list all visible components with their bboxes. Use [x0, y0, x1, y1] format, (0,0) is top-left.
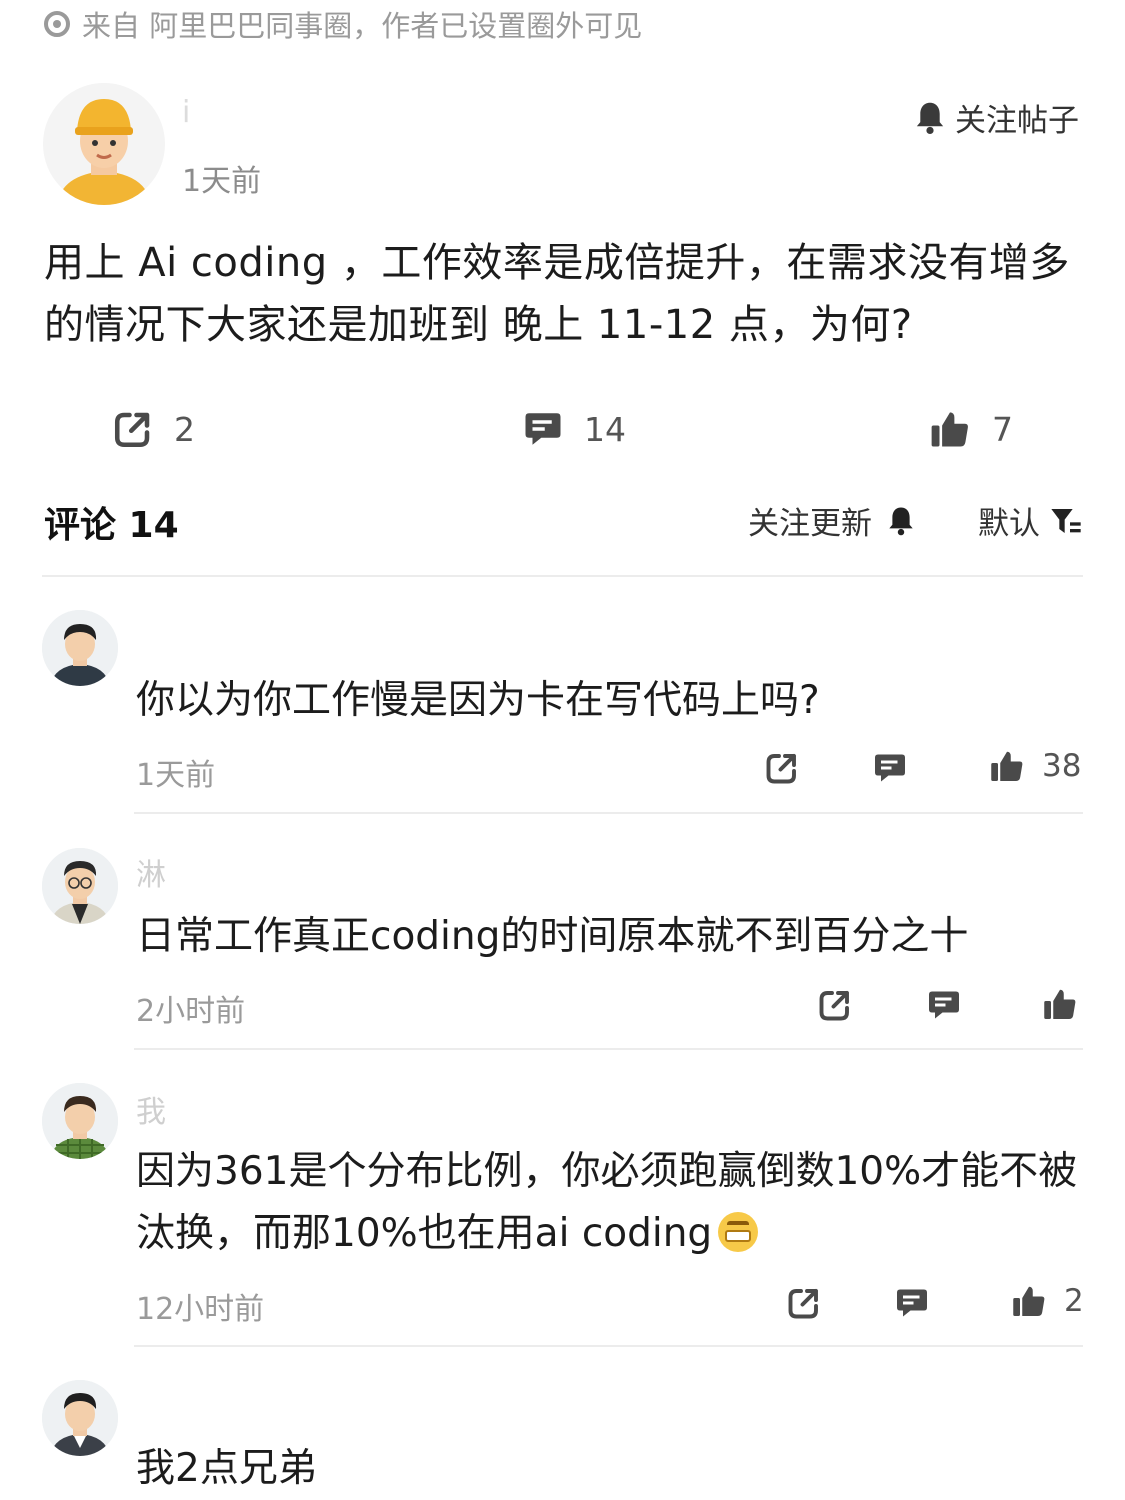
- comment-time: 2小时前: [136, 994, 246, 1029]
- thumbs-up-icon: [931, 412, 968, 447]
- source-line: 来自 阿里巴巴同事圈，作者已设置圈外可见: [44, 4, 642, 44]
- share-icon[interactable]: [817, 987, 853, 1023]
- comment-icon[interactable]: [872, 750, 908, 786]
- comment-avatar[interactable]: [42, 610, 118, 686]
- post-time: 1天前: [182, 164, 262, 199]
- comment-divider: [134, 812, 1083, 814]
- author-avatar[interactable]: [43, 83, 165, 205]
- comment-action[interactable]: 14: [522, 408, 626, 450]
- follow-updates-label: 关注更新: [748, 506, 872, 542]
- like-count: 7: [992, 409, 1013, 449]
- comment-avatar[interactable]: [42, 848, 118, 924]
- comment-time: 12小时前: [136, 1292, 265, 1327]
- comment-icon[interactable]: [894, 1285, 930, 1321]
- radio-dot-icon: [44, 11, 70, 37]
- comment-icon[interactable]: [926, 987, 962, 1023]
- comment-text: 我2点兄弟: [136, 1446, 317, 1491]
- comment-text: 因为361是个分布比例，你必须跑赢倒数10%才能不被汰换，而那10%也在用ai …: [136, 1141, 1086, 1265]
- comment-like-count: 2: [1064, 1283, 1084, 1319]
- thumbs-up-icon: [1013, 1286, 1045, 1316]
- comment-avatar[interactable]: [42, 1380, 118, 1456]
- sort-label: 默认: [978, 506, 1040, 542]
- comment-like[interactable]: 2: [1010, 1283, 1084, 1319]
- comment-like[interactable]: 38: [988, 748, 1081, 784]
- comment-like-count: 38: [1042, 748, 1082, 784]
- share-icon[interactable]: [764, 750, 800, 786]
- comment-text: 你以为你工作慢是因为卡在写代码上吗?: [136, 678, 820, 723]
- comments-title: 评论 14: [44, 505, 179, 546]
- comment-author[interactable]: 我: [136, 1087, 166, 1131]
- share-count: 2: [174, 409, 195, 449]
- share-action[interactable]: 2: [112, 408, 195, 450]
- post-body: 用上 Ai coding ，工作效率是成倍提升，在需求没有增多的情况下大家还是加…: [44, 240, 1070, 348]
- comment-time: 1天前: [136, 758, 216, 793]
- comment-divider: [134, 1048, 1083, 1050]
- like-action[interactable]: 7: [928, 408, 1013, 450]
- comment-avatar[interactable]: [42, 1083, 118, 1159]
- sort-dropdown[interactable]: 默认: [978, 498, 1082, 543]
- share-icon[interactable]: [786, 1285, 822, 1321]
- follow-updates-button[interactable]: 关注更新: [748, 498, 916, 543]
- follow-post-label: 关注帖子: [955, 103, 1079, 139]
- filter-icon: [1051, 508, 1081, 533]
- share-icon: [114, 412, 150, 448]
- comments-divider: [42, 575, 1083, 577]
- comment-count: 14: [584, 409, 626, 449]
- author-name[interactable]: i: [182, 95, 190, 130]
- comment-icon: [525, 413, 561, 445]
- comment-author[interactable]: 淋: [136, 850, 166, 894]
- follow-post-button[interactable]: 关注帖子: [913, 95, 1079, 140]
- thumbs-up-icon[interactable]: [1041, 986, 1079, 1022]
- bell-icon: [889, 506, 913, 535]
- thumbs-up-icon: [991, 751, 1023, 781]
- bell-icon: [916, 102, 944, 134]
- comment-text-content: 因为361是个分布比例，你必须跑赢倒数10%才能不被汰换，而那10%也在用ai …: [136, 1149, 1078, 1256]
- grin-emoji-icon: [718, 1212, 759, 1252]
- comment-divider: [134, 1345, 1083, 1347]
- comment-text: 日常工作真正coding的时间原本就不到百分之十: [136, 914, 969, 959]
- source-text: 来自 阿里巴巴同事圈，作者已设置圈外可见: [82, 9, 643, 43]
